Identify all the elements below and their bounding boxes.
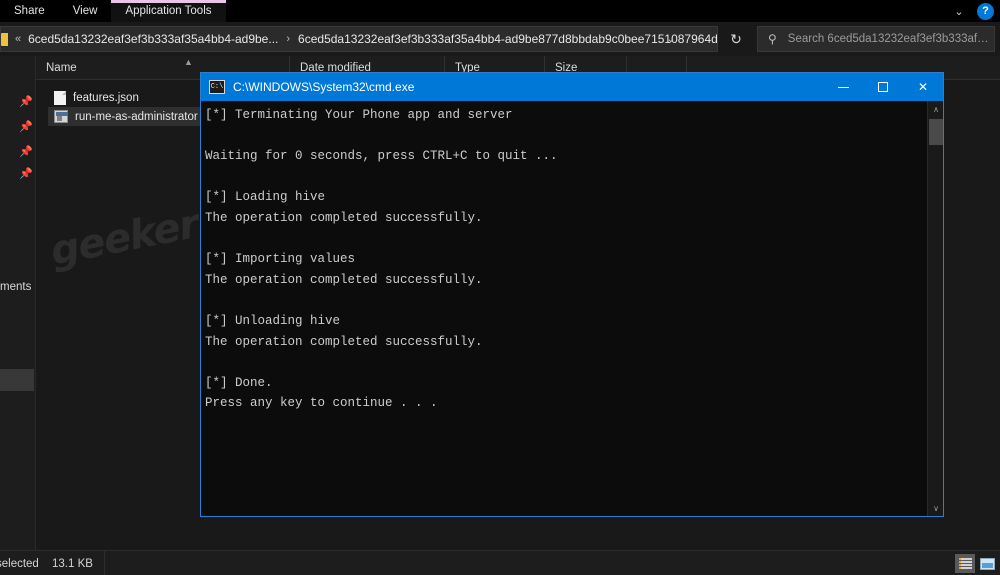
breadcrumb-segment-2[interactable]: 6ced5da13232eaf3ef3b333af35a4bb4-ad9be87…: [298, 32, 717, 46]
status-size-label: 13.1 KB: [52, 557, 93, 570]
tab-application-tools-label: Application Tools: [125, 5, 212, 17]
maximize-icon[interactable]: [863, 73, 903, 101]
ribbon-right-controls: ⌄ ?: [951, 0, 994, 22]
file-name-label: run-me-as-administrator: [75, 110, 198, 123]
nav-item-documents-label[interactable]: ments: [0, 281, 31, 293]
cmd-title-label: C:\WINDOWS\System32\cmd.exe: [233, 80, 415, 94]
search-input[interactable]: ⚲ Search 6ced5da13232eaf3ef3b333af35a4b.…: [757, 26, 995, 52]
cmd-console-output: [*] Terminating Your Phone app and serve…: [201, 101, 927, 516]
tab-application-tools[interactable]: Application Tools: [111, 0, 226, 22]
close-icon[interactable]: ✕: [903, 73, 943, 101]
table-row[interactable]: features.json: [48, 88, 147, 107]
pin-icon[interactable]: 📌: [19, 121, 33, 134]
sort-ascending-icon: ▲: [184, 57, 193, 67]
refresh-button[interactable]: ↻: [722, 26, 750, 52]
scrollbar-thumb[interactable]: [929, 119, 943, 145]
breadcrumb-overflow-icon[interactable]: «: [8, 33, 28, 45]
large-icons-view-icon[interactable]: [977, 554, 997, 573]
cmd-icon: C:\: [209, 80, 225, 94]
ribbon-tab-strip: Share View Application Tools ⌄ ?: [0, 0, 1000, 22]
status-selection-label: selected: [0, 557, 39, 570]
status-bar: selected 13.1 KB: [0, 550, 1000, 575]
minimize-icon[interactable]: [823, 73, 863, 101]
details-view-icon[interactable]: [955, 554, 975, 573]
search-icon: ⚲: [768, 32, 777, 46]
search-placeholder: Search 6ced5da13232eaf3ef3b333af35a4b...: [787, 33, 994, 45]
address-bar-row: « 6ced5da13232eaf3ef3b333af35a4bb4-ad9be…: [0, 22, 1000, 56]
file-explorer-window: Share View Application Tools ⌄ ? « 6ced5…: [0, 0, 1000, 575]
folder-icon: [1, 32, 8, 46]
table-row[interactable]: run-me-as-administrator: [48, 107, 225, 126]
scroll-up-icon[interactable]: ∧: [928, 101, 944, 117]
file-name-label: features.json: [73, 91, 139, 104]
pin-icon[interactable]: 📌: [19, 96, 33, 109]
breadcrumb-separator-icon[interactable]: ›: [278, 33, 298, 45]
cmd-window-controls: ✕: [823, 73, 943, 101]
scroll-down-icon[interactable]: ∨: [928, 500, 944, 516]
help-button[interactable]: ?: [977, 2, 994, 20]
pin-icon[interactable]: 📌: [19, 146, 33, 159]
chevron-down-icon[interactable]: ⌄: [659, 27, 683, 51]
tab-share-label: Share: [14, 5, 45, 17]
tab-share[interactable]: Share: [0, 0, 59, 22]
breadcrumb-segment-1[interactable]: 6ced5da13232eaf3ef3b333af35a4bb4-ad9be..…: [28, 32, 278, 46]
tab-view-label: View: [72, 5, 98, 17]
nav-item-selected[interactable]: [0, 369, 34, 391]
breadcrumb[interactable]: « 6ced5da13232eaf3ef3b333af35a4bb4-ad9be…: [0, 26, 718, 52]
status-divider: [104, 551, 105, 575]
tab-view[interactable]: View: [59, 0, 112, 22]
chevron-down-icon[interactable]: ⌄: [951, 3, 967, 19]
cmd-scrollbar[interactable]: ∧ ∨: [927, 101, 943, 516]
command-prompt-window[interactable]: C:\ C:\WINDOWS\System32\cmd.exe ✕ [*] Te…: [200, 72, 944, 517]
pin-icon[interactable]: 📌: [19, 168, 33, 181]
batch-file-icon: [54, 110, 68, 123]
json-file-icon: [54, 90, 66, 105]
navigation-pane: 📌 📌 📌 📌 ments: [0, 56, 36, 550]
